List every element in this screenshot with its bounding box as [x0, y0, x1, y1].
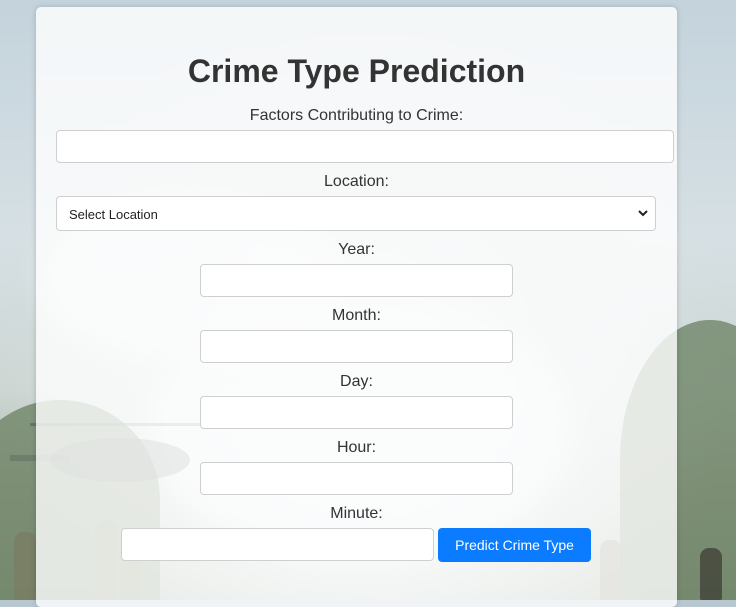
day-input[interactable]: [200, 396, 513, 429]
location-select-value: Select Location: [69, 207, 158, 222]
month-input[interactable]: [200, 330, 513, 363]
month-label: Month:: [332, 307, 381, 324]
soldier-figure: [14, 532, 36, 600]
year-label: Year:: [338, 241, 375, 258]
hour-input[interactable]: [200, 462, 513, 495]
factors-label: Factors Contributing to Crime:: [249, 107, 464, 124]
hour-label: Hour:: [336, 439, 377, 456]
minute-label: Minute:: [330, 505, 383, 522]
day-label: Day:: [340, 373, 373, 390]
chevron-down-icon: [638, 210, 648, 217]
year-input[interactable]: [200, 264, 513, 297]
page-title: Crime Type Prediction: [187, 53, 526, 89]
minute-input[interactable]: [121, 528, 434, 561]
location-select[interactable]: Select Location: [56, 196, 656, 231]
prediction-form-card: Crime Type Prediction Factors Contributi…: [36, 7, 677, 607]
location-label: Location:: [324, 173, 389, 190]
factors-input[interactable]: [56, 130, 674, 163]
predict-crime-type-button[interactable]: Predict Crime Type: [438, 528, 591, 562]
soldier-figure: [700, 548, 722, 600]
